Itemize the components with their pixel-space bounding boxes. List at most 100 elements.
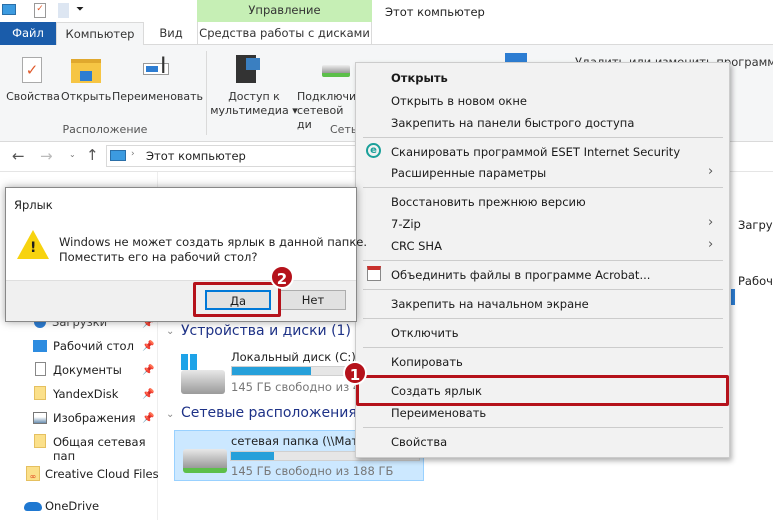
menu-item-pin-start[interactable]: Закрепить на начальном экране: [391, 297, 589, 311]
menu-item-disconnect[interactable]: Отключить: [391, 326, 458, 340]
devices-group-header[interactable]: Устройства и диски (1): [181, 323, 351, 339]
menu-separator: [363, 318, 723, 319]
menu-separator: [363, 289, 723, 290]
pictures-icon: [33, 412, 47, 424]
rename-button[interactable]: Переименовать: [112, 90, 203, 104]
step-2-badge: 2: [270, 265, 294, 289]
desktop-thumbnail: [731, 289, 735, 305]
pin-icon: 📌: [142, 365, 155, 376]
rename-cursor-icon: I: [160, 54, 167, 79]
computer-icon: [110, 150, 126, 161]
divider: [206, 51, 207, 135]
tab-file[interactable]: Файл: [0, 22, 56, 45]
network-group-chevron[interactable]: ⌄: [166, 409, 174, 420]
media-line1: Доступ к: [228, 90, 280, 103]
step-1-badge: 1: [343, 361, 367, 385]
network-folder-name: сетевая папка (\\Матв: [231, 434, 365, 448]
usage-fill: [231, 452, 275, 460]
dialog-footer: Да Нет: [6, 280, 356, 321]
tab-disk-tools[interactable]: Средства работы с дисками: [197, 22, 372, 45]
menu-separator: [363, 187, 723, 188]
sidebar-item-pictures[interactable]: Изображения: [53, 411, 136, 425]
no-button[interactable]: Нет: [280, 290, 346, 310]
local-disk-item[interactable]: Локальный диск (C:) 145 ГБ свободно из 4…: [175, 348, 367, 398]
breadcrumb-separator: ›: [131, 149, 135, 159]
submenu-arrow-icon: ›: [708, 215, 714, 230]
map-network-drive-icon: [322, 65, 350, 77]
network-group-header[interactable]: Сетевые расположения (: [181, 405, 367, 421]
folder-icon: [34, 434, 46, 448]
acrobat-icon: [367, 266, 381, 281]
pin-icon: 📌: [142, 413, 155, 424]
tab-computer[interactable]: Компьютер: [56, 22, 144, 46]
dialog-message-line2: Поместить его на рабочий стол?: [59, 250, 258, 264]
shortcut-dialog: Ярлык ! Windows не может создать ярлык в…: [5, 187, 367, 322]
menu-item-pin-quick-access[interactable]: Закрепить на панели быстрого доступа: [391, 116, 634, 130]
customize-quick-access-icon[interactable]: ⏷: [76, 4, 84, 15]
menu-item-restore-version[interactable]: Восстановить прежнюю версию: [391, 195, 586, 209]
network-folder-free: 145 ГБ свободно из 188 ГБ: [231, 464, 394, 478]
up-icon[interactable]: ↑: [86, 146, 99, 164]
menu-item-open[interactable]: Открыть: [391, 71, 448, 85]
onedrive-icon: [24, 502, 42, 511]
pin-icon: 📌: [142, 389, 155, 400]
menu-separator: [363, 260, 723, 261]
breadcrumb-this-pc[interactable]: Этот компьютер: [146, 149, 246, 163]
desktop-icon: [33, 340, 47, 352]
media-access-icon: [236, 55, 260, 83]
highlight-yes-button: [193, 282, 281, 317]
dialog-title: Ярлык: [14, 198, 53, 212]
sidebar-item-onedrive[interactable]: OneDrive: [45, 499, 99, 513]
windows-logo-icon: [181, 354, 197, 370]
properties-quick-icon[interactable]: ✓: [34, 3, 46, 18]
highlight-create-shortcut: [356, 375, 729, 406]
documents-icon: [35, 362, 46, 376]
menu-item-acrobat-combine[interactable]: Объединить файлы в программе Acrobat...: [391, 268, 650, 282]
menu-item-crc-sha[interactable]: CRC SHA: [391, 239, 442, 253]
submenu-arrow-icon: ›: [708, 237, 714, 252]
menu-item-rename[interactable]: Переименовать: [391, 406, 486, 420]
menu-item-properties[interactable]: Свойства: [391, 435, 447, 449]
pin-icon: 📌: [142, 341, 155, 352]
quick-item-downloads[interactable]: Загруз: [738, 218, 773, 232]
computer-icon: [2, 4, 16, 15]
sidebar-item-creative-cloud[interactable]: Creative Cloud Files: [45, 467, 159, 481]
media-access-button[interactable]: Доступ к мультимедиа ▾: [210, 90, 298, 118]
menu-item-open-new-window[interactable]: Открыть в новом окне: [391, 94, 527, 108]
sidebar-item-documents[interactable]: Документы: [53, 363, 122, 377]
creative-cloud-icon: ∞: [26, 466, 40, 481]
menu-item-advanced[interactable]: Расширенные параметры: [391, 166, 546, 180]
tab-view[interactable]: Вид: [146, 22, 196, 45]
local-disk-name: Локальный диск (C:): [231, 350, 356, 364]
context-tab-manage[interactable]: Управление: [197, 0, 372, 22]
dialog-message-line1: Windows не может создать ярлык в данной …: [59, 235, 367, 249]
sidebar-item-desktop[interactable]: Рабочий стол: [53, 339, 134, 353]
menu-separator: [363, 347, 723, 348]
local-disk-usage-bar: [231, 366, 351, 376]
media-line2: мультимедиа: [210, 104, 289, 117]
devices-group-chevron[interactable]: ⌄: [166, 326, 174, 337]
warning-exclamation: !: [30, 240, 37, 256]
menu-item-eset-scan[interactable]: Сканировать программой ESET Internet Sec…: [391, 145, 680, 159]
properties-icon: ✓: [22, 57, 42, 83]
sidebar-item-yandexdisk[interactable]: YandexDisk: [53, 387, 118, 401]
properties-button[interactable]: Свойства: [5, 90, 61, 104]
usage-fill: [232, 367, 312, 375]
eset-icon: e: [366, 143, 381, 158]
menu-item-7zip[interactable]: 7-Zip: [391, 217, 421, 231]
back-icon[interactable]: ←: [12, 147, 25, 165]
network-drive-icon: [183, 449, 227, 473]
recent-locations-icon[interactable]: ⌄: [69, 150, 76, 159]
menu-item-copy[interactable]: Копировать: [391, 355, 463, 369]
folder-icon: [34, 386, 46, 400]
forward-icon[interactable]: →: [40, 147, 53, 165]
menu-separator: [363, 427, 723, 428]
open-button[interactable]: Открыть: [61, 90, 111, 104]
submenu-arrow-icon: ›: [708, 164, 714, 179]
sidebar-item-shared-folder[interactable]: Общая сетевая пап: [53, 435, 157, 463]
location-group-label: Расположение: [62, 123, 148, 136]
new-folder-quick-icon[interactable]: [58, 3, 69, 18]
open-folder-icon: [71, 59, 101, 83]
map-line1: Подключи: [297, 90, 357, 103]
quick-item-desktop[interactable]: Рабоч: [738, 274, 773, 288]
